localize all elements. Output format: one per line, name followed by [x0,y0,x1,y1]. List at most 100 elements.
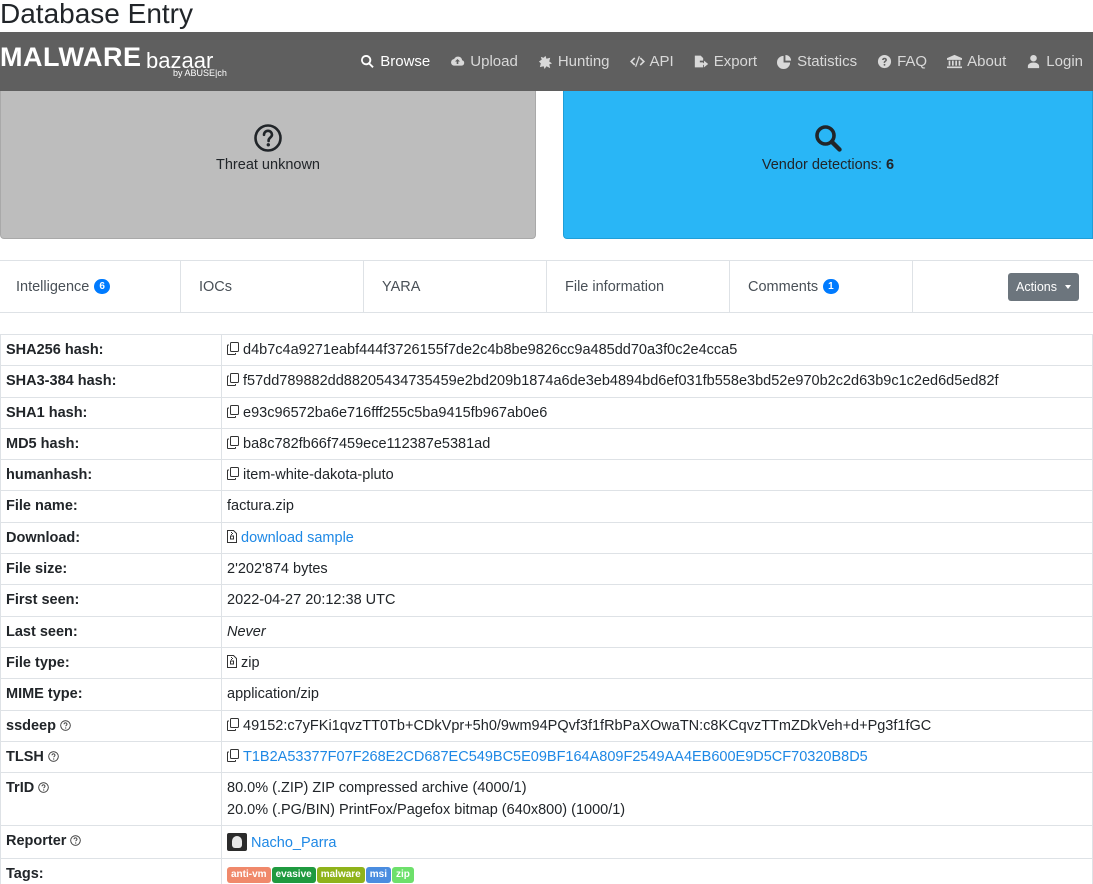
actions-dropdown-button[interactable]: Actions [1008,272,1079,301]
copy-icon[interactable] [227,373,239,387]
vendor-detections-text: Vendor detections: 6 [564,157,1092,173]
copy-icon[interactable] [227,342,239,355]
download-sample-link[interactable]: download sample [241,530,354,546]
help-icon[interactable] [70,835,82,846]
nav-statistics[interactable]: Statistics [767,32,867,91]
reporter-cell: Nacho_Parra [221,825,1093,860]
table-row: TLSH T1B2A53377F07F268E2CD687EC549BC5E09… [0,740,1093,774]
reporter-label-cell: Reporter [0,825,222,860]
table-row: Tags: anti-vm evasive malware msi zip [0,858,1093,884]
tag-evasive[interactable]: evasive [271,867,316,884]
nav-export-label: Export [713,53,758,70]
user-icon [1028,54,1040,69]
tag-msi[interactable]: msi [365,867,391,884]
table-row: humanhash: item-white-dakota-pluto [0,459,1093,492]
md5-value: ba8c782fb66f7459ece112387e5381ad [243,435,491,452]
tag-zip[interactable]: zip [391,867,414,884]
tag-anti-vm[interactable]: anti-vm [227,867,271,884]
tab-intelligence[interactable]: Intelligence 6 [0,261,181,312]
download-cell: download sample [221,521,1093,555]
file-name-label: File name: [0,490,222,523]
tab-comments[interactable]: Comments 1 [730,261,913,312]
tab-iocs[interactable]: IOCs [181,261,364,312]
sha256-value: d4b7c4a9271eabf444f3726155f7de2c4b8be982… [243,342,738,358]
reporter-label: Reporter [6,833,67,850]
copy-icon[interactable] [227,717,239,731]
table-row: File name: factura.zip [0,490,1093,523]
ssdeep-value: 49152:c7yFKi1qvzTT0Tb+CDkVpr+5h0/9wm94PQ… [243,717,932,734]
logo-main-text: MALWARE [0,42,142,72]
table-row: TrID 80.0% (.ZIP) ZIP compressed archive… [0,772,1093,827]
file-type-value: zip [241,654,260,671]
last-seen-label: Last seen: [0,615,222,648]
table-row: Reporter Nacho_Parra [0,825,1093,860]
table-row: MIME type: application/zip [0,678,1093,711]
help-icon[interactable] [60,719,71,731]
sha256-label: SHA256 hash: [0,333,222,367]
reporter-link[interactable]: Nacho_Parra [251,835,336,851]
nav-about-label: About [967,53,1007,70]
tag-malware[interactable]: malware [316,867,365,884]
table-row: Download: download sample [0,521,1093,555]
nav-about[interactable]: About [937,32,1016,91]
actions-label: Actions [1016,279,1057,294]
file-size-label: File size: [0,553,222,586]
humanhash-label: humanhash: [0,459,222,492]
nav-api[interactable]: API [620,32,684,91]
nav-api-label: API [649,53,674,70]
code-icon [629,56,645,67]
ssdeep-label: ssdeep [6,717,56,734]
nav-faq[interactable]: FAQ [867,32,937,91]
vendor-detections-card[interactable]: Vendor detections: 6 [563,91,1093,239]
help-icon[interactable] [38,782,49,793]
nav-export[interactable]: Export [684,32,767,91]
tags-label: Tags: [0,858,222,884]
tab-comments-label: Comments [748,278,819,295]
file-info-table: SHA256 hash: d4b7c4a9271eabf444f3726155f… [0,333,1093,884]
threat-card: Threat unknown [0,91,536,239]
nav-hunting[interactable]: Hunting [528,32,620,91]
vendor-detections-label: Vendor detections: [761,157,882,173]
table-row: SHA256 hash: d4b7c4a9271eabf444f3726155f… [0,333,1093,367]
tlsh-link[interactable]: T1B2A53377F07F268E2CD687EC549BC5E09BF164… [243,749,868,765]
sha1-value: e93c96572ba6e716fff255c5ba9415fb967ab0e6 [243,404,548,421]
download-label: Download: [0,521,222,555]
hunting-icon [538,55,552,69]
sha256-cell: d4b7c4a9271eabf444f3726155f7de2c4b8be982… [221,333,1093,367]
nav-faq-label: FAQ [897,53,928,70]
copy-icon[interactable] [227,467,239,481]
mime-type-label: MIME type: [0,678,222,711]
help-icon[interactable] [48,751,59,762]
tab-actions: Actions [913,261,1093,312]
tab-yara[interactable]: YARA [364,261,547,312]
tlsh-label: TLSH [6,748,44,765]
sha1-label: SHA1 hash: [0,396,222,429]
detail-tabs: Intelligence 6 IOCs YARA File informatio… [0,260,1093,313]
nav-upload[interactable]: Upload [440,32,528,91]
table-row: Last seen: Never [0,615,1093,648]
nav-login[interactable]: Login [1016,32,1093,91]
first-seen-value: 2022-04-27 20:12:38 UTC [221,584,1093,617]
last-seen-value: Never [221,615,1093,648]
trid-line-2: 20.0% (.PG/BIN) PrintFox/Pagefox bitmap … [227,802,626,819]
copy-icon[interactable] [227,404,239,418]
nav-login-label: Login [1046,53,1083,70]
question-circle-icon [254,124,282,152]
copy-icon[interactable] [227,748,239,762]
tlsh-label-cell: TLSH [0,740,222,774]
avatar [227,833,247,852]
table-row: MD5 hash: ba8c782fb66f7459ece112387e5381… [0,427,1093,461]
nav-browse[interactable]: Browse [350,32,440,91]
search-icon [361,54,374,68]
humanhash-cell: item-white-dakota-pluto [221,459,1093,492]
sha3-cell: f57dd789882dd88205434735459e2bd209b1874a… [221,365,1093,398]
caret-down-icon [1065,284,1071,289]
file-archive-icon [227,529,237,543]
tab-intelligence-badge: 6 [94,279,110,294]
cloud-upload-icon [451,56,465,66]
copy-icon[interactable] [227,435,239,449]
tab-file-information[interactable]: File information [547,261,730,312]
vendor-detections-count: 6 [886,157,895,173]
nav-upload-label: Upload [470,53,518,70]
tlsh-cell: T1B2A53377F07F268E2CD687EC549BC5E09BF164… [221,740,1093,774]
